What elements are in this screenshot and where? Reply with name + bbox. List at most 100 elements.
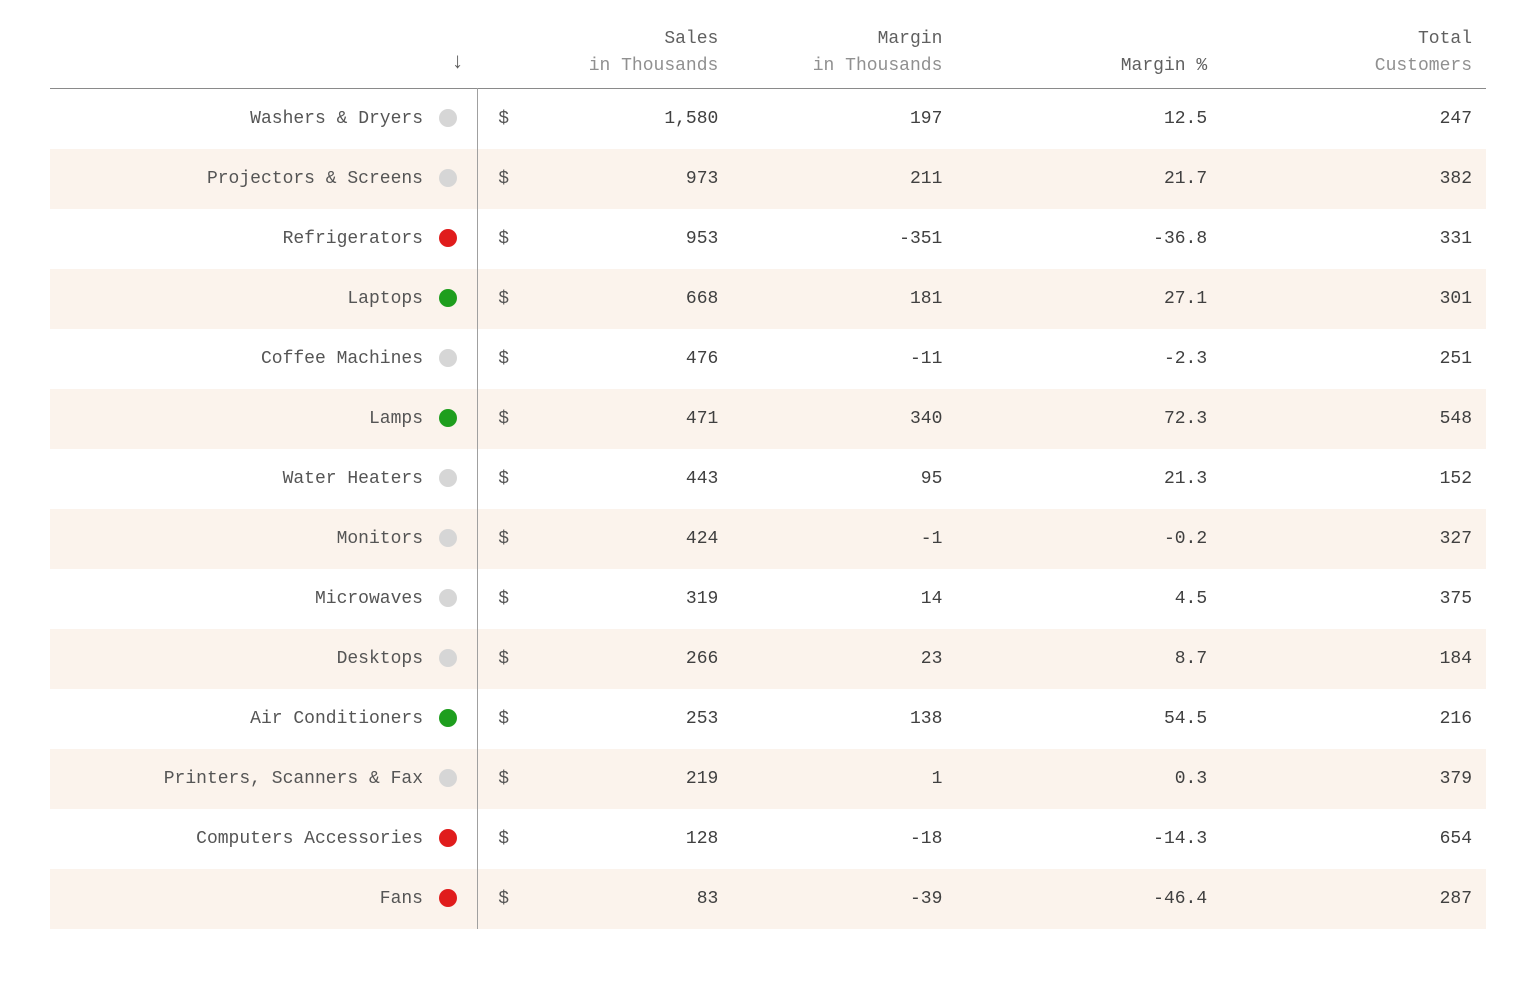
cell-margin-pct: -36.8: [956, 209, 1221, 269]
header-sales-sub: in Thousands: [492, 54, 719, 78]
cell-sales: 319: [518, 569, 732, 629]
table-row[interactable]: Printers, Scanners & Fax$21910.3379: [50, 749, 1486, 809]
cell-sales: 953: [518, 209, 732, 269]
status-dot-icon: [439, 289, 457, 307]
table-header-row: ↓ Sales in Thousands Margin in Thousands…: [50, 0, 1486, 89]
header-margin-label: Margin: [878, 29, 943, 49]
cell-status: [437, 569, 478, 629]
status-dot-icon: [439, 169, 457, 187]
header-sort[interactable]: ↓: [437, 0, 478, 89]
cell-margin: -351: [732, 209, 956, 269]
cell-margin-pct: 72.3: [956, 389, 1221, 449]
sort-desc-icon: ↓: [451, 50, 464, 75]
cell-margin-pct: 12.5: [956, 89, 1221, 150]
cell-status: [437, 389, 478, 449]
cell-margin-pct: 21.7: [956, 149, 1221, 209]
cell-margin-pct: 54.5: [956, 689, 1221, 749]
cell-currency: $: [478, 269, 519, 329]
table-row[interactable]: Laptops$66818127.1301: [50, 269, 1486, 329]
cell-customers: 216: [1221, 689, 1486, 749]
status-dot-icon: [439, 109, 457, 127]
cell-category: Printers, Scanners & Fax: [50, 749, 437, 809]
cell-currency: $: [478, 809, 519, 869]
status-dot-icon: [439, 589, 457, 607]
cell-category: Computers Accessories: [50, 809, 437, 869]
cell-category: Microwaves: [50, 569, 437, 629]
table-row[interactable]: Fans$83-39-46.4287: [50, 869, 1486, 929]
cell-category: Refrigerators: [50, 209, 437, 269]
cell-margin: 95: [732, 449, 956, 509]
cell-margin-pct: 4.5: [956, 569, 1221, 629]
header-sales[interactable]: Sales in Thousands: [478, 0, 733, 89]
cell-margin: 138: [732, 689, 956, 749]
table-row[interactable]: Washers & Dryers$1,58019712.5247: [50, 89, 1486, 150]
status-dot-icon: [439, 229, 457, 247]
cell-margin: 14: [732, 569, 956, 629]
header-category[interactable]: [50, 0, 437, 89]
cell-customers: 654: [1221, 809, 1486, 869]
cell-customers: 247: [1221, 89, 1486, 150]
cell-currency: $: [478, 629, 519, 689]
cell-sales: 471: [518, 389, 732, 449]
cell-margin-pct: 27.1: [956, 269, 1221, 329]
cell-sales: 443: [518, 449, 732, 509]
status-dot-icon: [439, 649, 457, 667]
cell-status: [437, 869, 478, 929]
cell-status: [437, 209, 478, 269]
cell-margin-pct: -14.3: [956, 809, 1221, 869]
cell-margin-pct: -0.2: [956, 509, 1221, 569]
cell-currency: $: [478, 149, 519, 209]
header-customers-label: Total: [1418, 29, 1472, 49]
cell-margin-pct: 8.7: [956, 629, 1221, 689]
cell-currency: $: [478, 569, 519, 629]
cell-currency: $: [478, 689, 519, 749]
cell-margin: 1: [732, 749, 956, 809]
cell-status: [437, 809, 478, 869]
table-row[interactable]: Refrigerators$953-351-36.8331: [50, 209, 1486, 269]
cell-sales: 128: [518, 809, 732, 869]
status-dot-icon: [439, 349, 457, 367]
cell-status: [437, 749, 478, 809]
cell-currency: $: [478, 329, 519, 389]
cell-customers: 379: [1221, 749, 1486, 809]
table-row[interactable]: Lamps$47134072.3548: [50, 389, 1486, 449]
cell-currency: $: [478, 89, 519, 150]
table-row[interactable]: Computers Accessories$128-18-14.3654: [50, 809, 1486, 869]
cell-margin: -39: [732, 869, 956, 929]
table-row[interactable]: Air Conditioners$25313854.5216: [50, 689, 1486, 749]
cell-status: [437, 449, 478, 509]
cell-customers: 251: [1221, 329, 1486, 389]
status-dot-icon: [439, 889, 457, 907]
sales-table: ↓ Sales in Thousands Margin in Thousands…: [50, 0, 1486, 929]
table-row[interactable]: Projectors & Screens$97321121.7382: [50, 149, 1486, 209]
cell-status: [437, 89, 478, 150]
header-customers[interactable]: Total Customers: [1221, 0, 1486, 89]
cell-currency: $: [478, 749, 519, 809]
table-row[interactable]: Desktops$266238.7184: [50, 629, 1486, 689]
table-row[interactable]: Water Heaters$4439521.3152: [50, 449, 1486, 509]
cell-category: Laptops: [50, 269, 437, 329]
cell-currency: $: [478, 509, 519, 569]
table-body: Washers & Dryers$1,58019712.5247Projecto…: [50, 89, 1486, 930]
header-margin[interactable]: Margin in Thousands: [732, 0, 956, 89]
header-margin-pct-label: Margin %: [1121, 56, 1207, 76]
cell-status: [437, 149, 478, 209]
header-customers-sub: Customers: [1235, 54, 1472, 78]
cell-currency: $: [478, 209, 519, 269]
cell-customers: 301: [1221, 269, 1486, 329]
status-dot-icon: [439, 829, 457, 847]
cell-sales: 476: [518, 329, 732, 389]
cell-sales: 253: [518, 689, 732, 749]
table-row[interactable]: Monitors$424-1-0.2327: [50, 509, 1486, 569]
cell-margin: 340: [732, 389, 956, 449]
header-margin-pct[interactable]: Margin %: [956, 0, 1221, 89]
header-margin-sub: in Thousands: [746, 54, 942, 78]
cell-margin-pct: -46.4: [956, 869, 1221, 929]
cell-category: Coffee Machines: [50, 329, 437, 389]
table-row[interactable]: Microwaves$319144.5375: [50, 569, 1486, 629]
table-row[interactable]: Coffee Machines$476-11-2.3251: [50, 329, 1486, 389]
header-sales-label: Sales: [664, 29, 718, 49]
cell-status: [437, 629, 478, 689]
cell-category: Monitors: [50, 509, 437, 569]
cell-customers: 327: [1221, 509, 1486, 569]
